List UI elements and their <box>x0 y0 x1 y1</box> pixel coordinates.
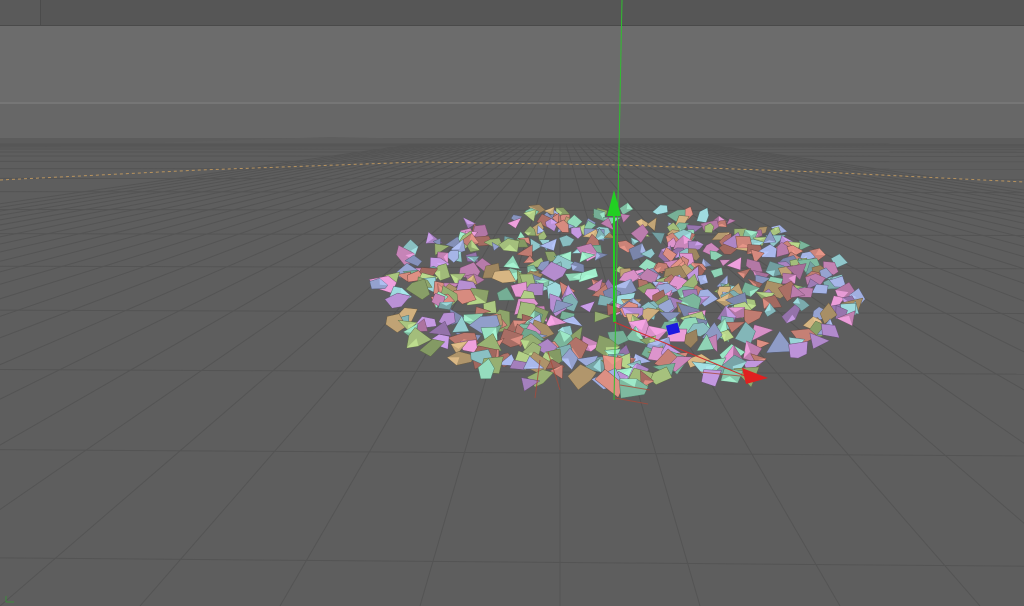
3d-viewport[interactable] <box>0 0 1024 606</box>
world-axis-icon <box>5 596 14 603</box>
grid-line <box>0 168 1024 170</box>
scene-canvas[interactable] <box>0 0 1024 606</box>
sky-lower-band <box>0 104 1024 138</box>
